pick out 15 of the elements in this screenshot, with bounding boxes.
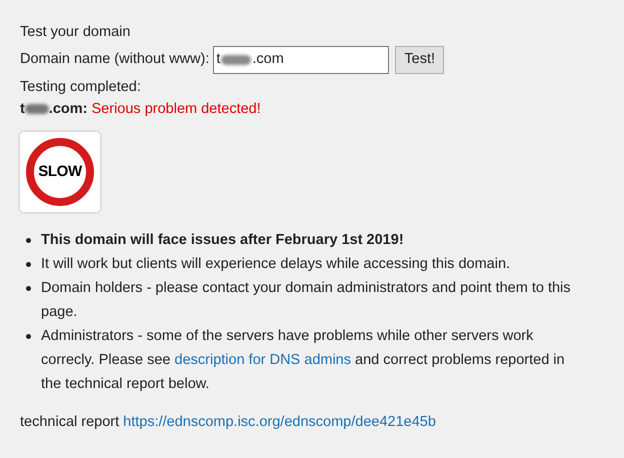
dns-admins-link[interactable]: description for DNS admins bbox=[174, 352, 352, 368]
bullet-text: Administrators - some of the servers have problems while other servers work correcly. Please see description for DNS admins and correct problems reported in the technical report below. bbox=[41, 327, 566, 394]
bullet-text: This domain will face issues after February 1st 2019! bbox=[41, 231, 404, 250]
test-button[interactable]: Test! bbox=[395, 46, 444, 74]
report-link[interactable]: https://ednscomp.isc.org/ednscomp/dee421e45b bbox=[123, 410, 436, 434]
error-message: Serious problem detected! bbox=[92, 100, 261, 119]
field-label: Domain name (without www): bbox=[20, 50, 210, 70]
report-label: technical report bbox=[20, 413, 120, 432]
status-text: Testing completed: bbox=[20, 78, 142, 97]
page-heading: Test your domain bbox=[20, 23, 132, 42]
bullet-text: Domain holders - please contact your domain administrators and point them to this page. bbox=[41, 279, 572, 322]
domain-input-field[interactable]: t .com bbox=[213, 46, 390, 74]
sign-text: SLOW bbox=[38, 162, 82, 182]
bullet-text: It will work but clients will experience delays while accessing this domain. bbox=[41, 255, 510, 274]
domain-name: t .com: bbox=[20, 100, 88, 119]
